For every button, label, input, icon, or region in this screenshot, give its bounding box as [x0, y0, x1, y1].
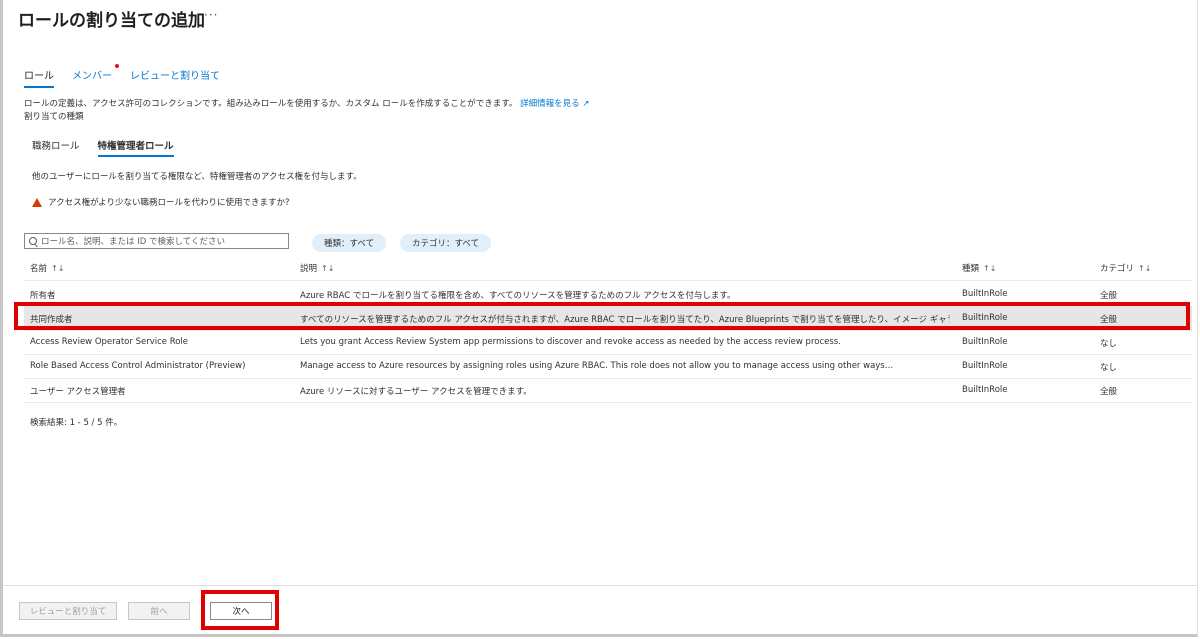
role-name: ユーザー アクセス管理者: [30, 387, 126, 397]
role-description: ロールの定義は、アクセス許可のコレクションです。組み込みロールを使用するか、カス…: [24, 97, 589, 109]
role-category: なし: [1100, 339, 1118, 349]
column-name-label: 名前: [30, 264, 48, 274]
assignment-type-tabs: 職務ロール 特権管理者ロール: [32, 138, 192, 157]
assignment-type-label: 割り当ての種類: [24, 112, 84, 122]
role-type: BuiltInRole: [962, 361, 1008, 371]
sort-icon: ↑↓: [983, 264, 997, 273]
role-description-cell: Lets you grant Access Review System app …: [300, 337, 841, 347]
role-name: Access Review Operator Service Role: [30, 337, 189, 347]
column-category-label: カテゴリ: [1100, 264, 1135, 274]
role-category: なし: [1100, 363, 1118, 373]
role-name: 所有者: [30, 291, 56, 301]
role-type: BuiltInRole: [962, 385, 1008, 395]
table-row[interactable]: Access Review Operator Service Role Lets…: [24, 330, 1192, 354]
role-category: 全般: [1100, 291, 1118, 301]
footer-divider: [3, 585, 1197, 586]
search-placeholder: ロール名、説明、または ID で検索してください: [41, 237, 225, 247]
description-text: ロールの定義は、アクセス許可のコレクションです。組み込みロールを使用するか、カス…: [24, 99, 518, 109]
warning-message: アクセス権がより少ない職務ロールを代わりに使用できますか?: [32, 196, 290, 208]
warning-icon: [32, 197, 42, 207]
tab-review-assign[interactable]: レビューと割り当て: [130, 67, 220, 88]
category-filter-pill[interactable]: カテゴリ：すべて: [400, 234, 492, 252]
role-description-cell: Manage access to Azure resources by assi…: [300, 361, 894, 371]
role-type: BuiltInRole: [962, 289, 1008, 299]
warning-text: アクセス権がより少ない職務ロールを代わりに使用できますか?: [48, 198, 290, 208]
column-header-type[interactable]: 種類 ↑↓: [962, 262, 996, 274]
header-divider: [24, 280, 1192, 281]
role-type: BuiltInRole: [962, 337, 1008, 347]
tab-members-label: メンバー: [72, 71, 112, 82]
tab-members[interactable]: メンバー: [72, 64, 119, 88]
search-input[interactable]: ロール名、説明、または ID で検索してください: [24, 233, 289, 249]
table-row[interactable]: Role Based Access Control Administrator …: [24, 354, 1192, 378]
role-description-cell: Azure RBAC でロールを割り当てる権限を含め、すべてのリソースを管理する…: [300, 291, 736, 301]
search-icon: [29, 237, 37, 245]
column-type-label: 種類: [962, 264, 980, 274]
column-description-label: 説明: [300, 264, 318, 274]
next-button-highlight: [201, 590, 279, 630]
more-options-icon[interactable]: ···: [204, 8, 218, 22]
role-category: 全般: [1100, 387, 1118, 397]
review-assign-button[interactable]: レビューと割り当て: [19, 602, 117, 620]
learn-more-link[interactable]: 詳細情報を見る ↗: [520, 99, 589, 109]
sort-icon: ↑↓: [1138, 264, 1152, 273]
column-header-name[interactable]: 名前 ↑↓: [30, 262, 64, 274]
privileged-info-text: 他のユーザーにロールを割り当てる権限など、特権管理者のアクセス権を付与します。: [32, 172, 362, 182]
table-row[interactable]: ユーザー アクセス管理者 Azure リソースに対するユーザー アクセスを管理で…: [24, 378, 1192, 402]
type-filter-pill[interactable]: 種類：すべて: [312, 234, 387, 252]
wizard-tabs: ロール メンバー レビューと割り当て: [24, 64, 238, 88]
column-header-description[interactable]: 説明 ↑↓: [300, 262, 334, 274]
sort-icon: ↑↓: [51, 264, 65, 273]
required-dot-icon: [115, 64, 119, 68]
tab-role[interactable]: ロール: [24, 67, 54, 88]
tab-privileged-admin-roles[interactable]: 特権管理者ロール: [97, 138, 174, 157]
results-count: 検索結果: 1 - 5 / 5 件。: [30, 418, 123, 428]
page-title: ロールの割り当ての追加: [18, 11, 205, 31]
role-name: Role Based Access Control Administrator …: [30, 361, 246, 371]
selected-row-highlight: [14, 302, 1190, 330]
row-divider: [24, 402, 1192, 403]
sort-icon: ↑↓: [321, 264, 335, 273]
tab-job-function-roles[interactable]: 職務ロール: [32, 138, 80, 157]
column-header-category[interactable]: カテゴリ ↑↓: [1100, 262, 1151, 274]
previous-button[interactable]: 前へ: [128, 602, 190, 620]
role-description-cell: Azure リソースに対するユーザー アクセスを管理できます。: [300, 387, 532, 397]
